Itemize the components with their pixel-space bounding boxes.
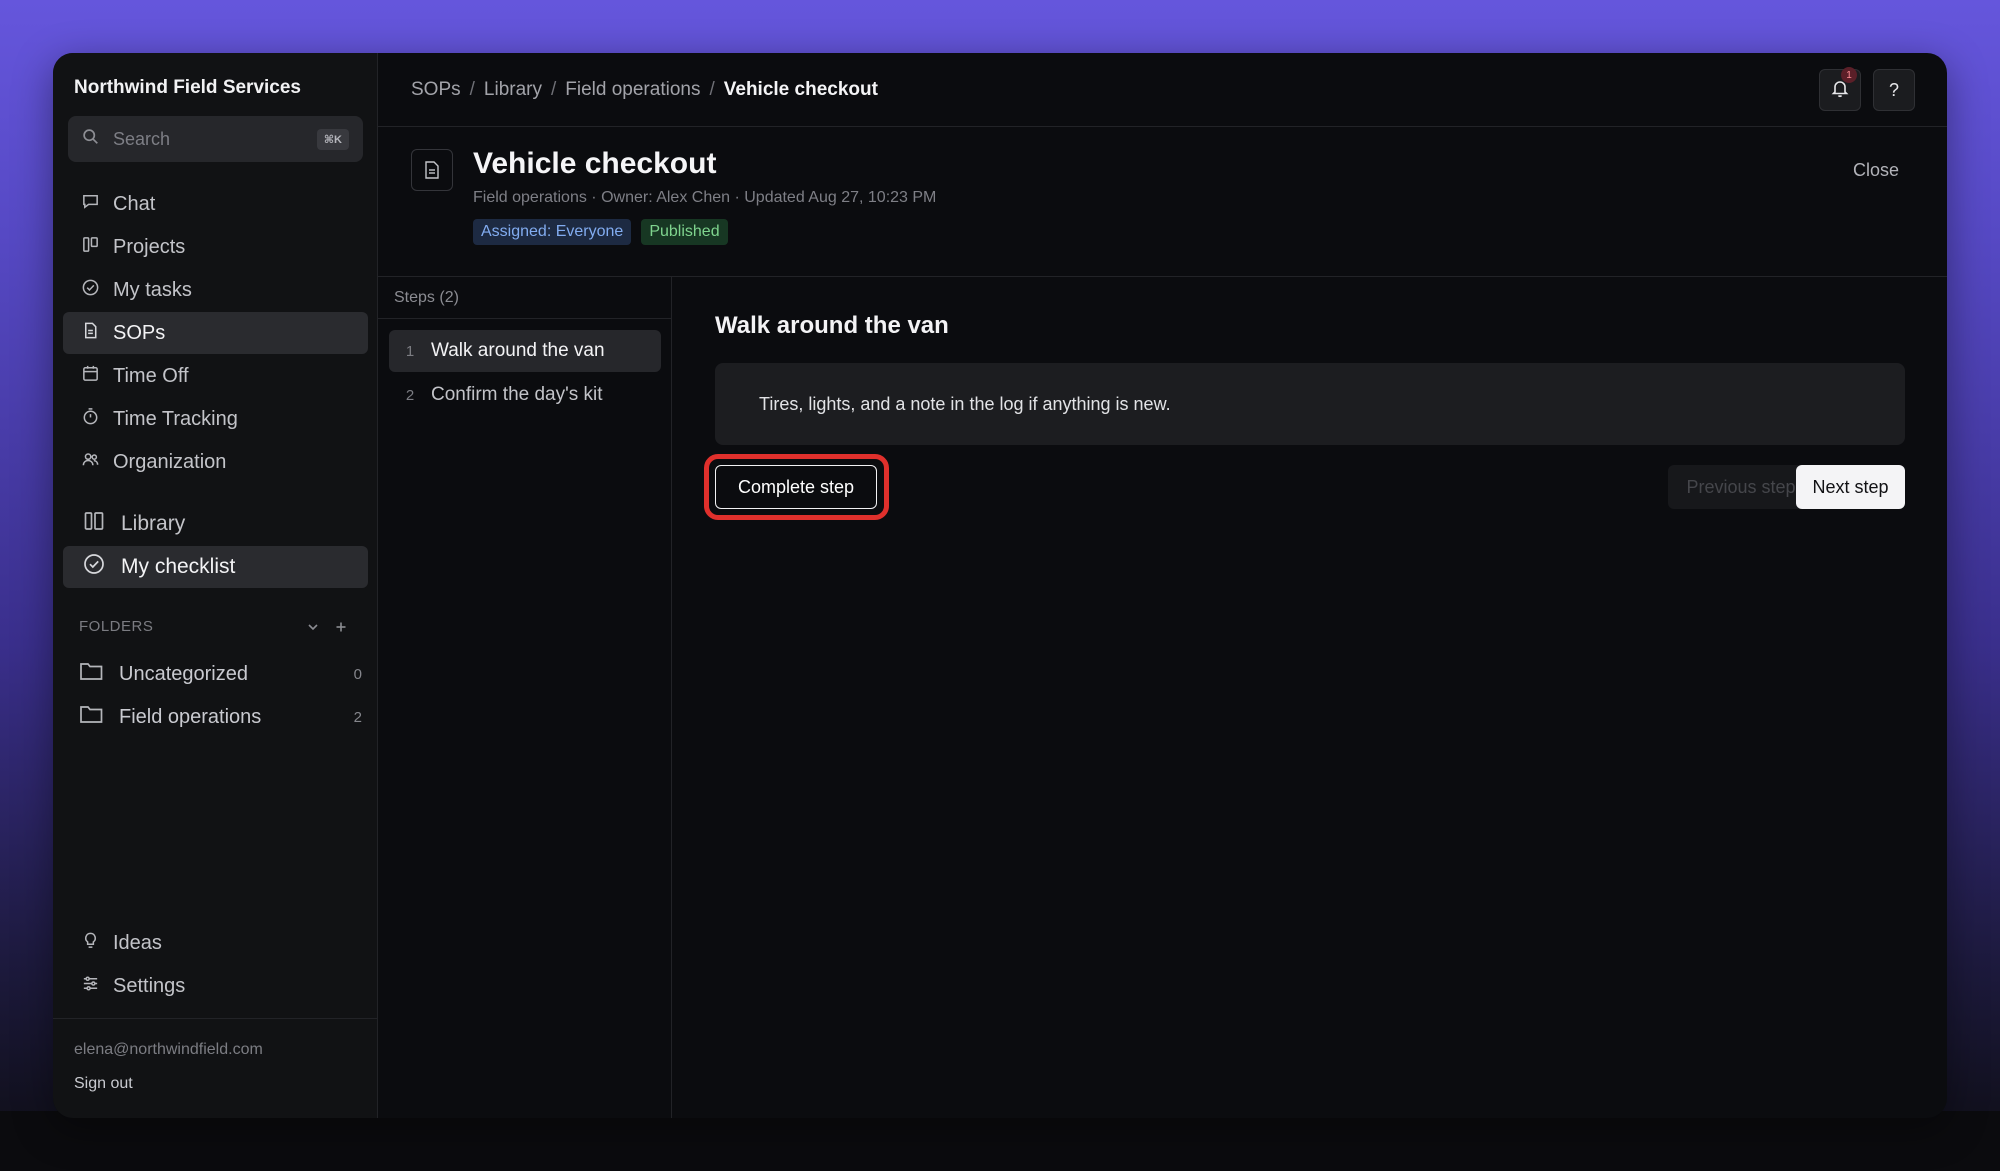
breadcrumb-library[interactable]: Library <box>484 79 542 101</box>
previous-step-button[interactable]: Previous step <box>1668 465 1814 509</box>
sidebar-item-label: Time Off <box>113 364 189 387</box>
folder-icon <box>79 703 119 731</box>
folder-label: Uncategorized <box>119 662 248 685</box>
sliders-icon <box>81 974 113 999</box>
document-title: Vehicle checkout <box>473 147 717 180</box>
top-actions: 1 ? <box>1819 67 1915 111</box>
people-icon <box>81 450 113 475</box>
step-item-1[interactable]: 1 Walk around the van <box>389 330 661 372</box>
sidebar-footer: elena@northwindfield.com Sign out <box>53 1018 377 1118</box>
folder-field-operations[interactable]: Field operations 2 <box>79 703 362 731</box>
help-button[interactable]: ? <box>1873 69 1915 111</box>
next-step-button[interactable]: Next step <box>1796 465 1905 509</box>
step-detail: Walk around the van Tires, lights, and a… <box>672 277 1947 1118</box>
help-icon: ? <box>1888 79 1899 100</box>
sidebar-item-label: Time Tracking <box>113 407 238 430</box>
sidebar-item-sops[interactable]: SOPs <box>63 312 368 354</box>
complete-step-button[interactable]: Complete step <box>715 465 877 509</box>
folder-count: 0 <box>353 665 362 683</box>
notifications-button[interactable]: 1 <box>1819 67 1861 111</box>
assigned-badge: Assigned: Everyone <box>473 219 632 245</box>
document-icon <box>411 149 453 191</box>
org-name: Northwind Field Services <box>74 77 301 98</box>
sidebar-item-label: Ideas <box>113 931 162 954</box>
sidebar-item-label: Projects <box>113 235 186 258</box>
sidebar-item-projects[interactable]: Projects <box>63 226 368 268</box>
search-icon <box>82 128 99 150</box>
sidebar-item-time-tracking[interactable]: Time Tracking <box>63 398 368 440</box>
desktop-bottom-strip <box>0 1111 2000 1171</box>
notification-badge: 1 <box>1841 67 1857 83</box>
stopwatch-icon <box>81 407 113 432</box>
document-icon <box>81 321 113 346</box>
folder-label: Field operations <box>119 705 262 728</box>
sidebar-item-my-tasks[interactable]: My tasks <box>63 269 368 311</box>
sidebar-item-ideas[interactable]: Ideas <box>63 922 368 964</box>
user-email: elena@northwindfield.com <box>74 1041 263 1058</box>
breadcrumb: SOPs / Library / Field operations / Vehi… <box>411 79 878 101</box>
sign-out-link[interactable]: Sign out <box>74 1075 133 1093</box>
breadcrumb-separator: / <box>469 78 475 100</box>
sidebar-item-label: My tasks <box>113 278 192 301</box>
add-folder-icon[interactable] <box>333 619 349 635</box>
folder-count: 2 <box>353 708 362 726</box>
sidebar-item-label: Chat <box>113 192 156 215</box>
projects-icon <box>81 235 113 260</box>
folder-uncategorized[interactable]: Uncategorized 0 <box>79 660 362 688</box>
step-title: Walk around the van <box>715 312 949 339</box>
breadcrumb-separator: / <box>709 78 715 100</box>
library-icon <box>83 510 121 538</box>
topbar: SOPs / Library / Field operations / Vehi… <box>378 53 1947 127</box>
document-tags: Assigned: Everyone Published <box>473 219 728 245</box>
steps-panel: Steps (2) 1 Walk around the van 2 Confir… <box>378 277 672 1118</box>
sidebar-item-label: Settings <box>113 974 186 997</box>
app-window: Northwind Field Services Search ⌘K Chat … <box>53 53 1947 1118</box>
search-input[interactable]: Search ⌘K <box>68 116 363 162</box>
check-circle-icon <box>83 553 121 581</box>
folders-heading: FOLDERS <box>79 618 154 635</box>
step-description: Tires, lights, and a note in the log if … <box>715 363 1905 445</box>
step-number: 2 <box>405 386 415 404</box>
calendar-icon <box>81 364 113 389</box>
lightbulb-icon <box>81 931 113 956</box>
sidebar-item-library[interactable]: Library <box>63 503 368 545</box>
step-item-2[interactable]: 2 Confirm the day's kit <box>389 374 661 416</box>
document-header: Vehicle checkout Field operations · Owne… <box>378 127 1947 277</box>
step-number: 1 <box>405 342 415 360</box>
step-label: Confirm the day's kit <box>431 384 603 405</box>
status-badge: Published <box>641 219 728 245</box>
main-content: SOPs / Library / Field operations / Vehi… <box>378 53 1947 1118</box>
close-button[interactable]: Close <box>1853 160 1899 181</box>
check-circle-icon <box>81 278 113 303</box>
step-label: Walk around the van <box>431 340 605 361</box>
sidebar-item-label: Organization <box>113 450 227 473</box>
chat-icon <box>81 192 113 217</box>
sidebar-item-settings[interactable]: Settings <box>63 965 368 1007</box>
document-meta: Field operations · Owner: Alex Chen · Up… <box>473 189 937 206</box>
sidebar: Northwind Field Services Search ⌘K Chat … <box>53 53 378 1118</box>
breadcrumb-sops[interactable]: SOPs <box>411 79 461 101</box>
sidebar-item-time-off[interactable]: Time Off <box>63 355 368 397</box>
steps-heading: Steps (2) <box>378 277 671 319</box>
breadcrumb-field-operations[interactable]: Field operations <box>565 79 700 101</box>
folder-icon <box>79 660 119 688</box>
folders-header: FOLDERS <box>79 618 349 635</box>
sidebar-item-chat[interactable]: Chat <box>63 183 368 225</box>
chevron-down-icon[interactable] <box>305 619 321 635</box>
sidebar-item-label: My checklist <box>121 555 236 578</box>
breadcrumb-separator: / <box>550 78 557 100</box>
search-placeholder: Search <box>113 128 171 149</box>
sidebar-item-my-checklist[interactable]: My checklist <box>63 546 368 588</box>
sidebar-item-label: SOPs <box>113 321 166 344</box>
breadcrumb-current: Vehicle checkout <box>723 78 878 100</box>
search-shortcut: ⌘K <box>316 128 349 150</box>
sidebar-item-label: Library <box>121 512 186 535</box>
sidebar-item-organization[interactable]: Organization <box>63 441 368 483</box>
